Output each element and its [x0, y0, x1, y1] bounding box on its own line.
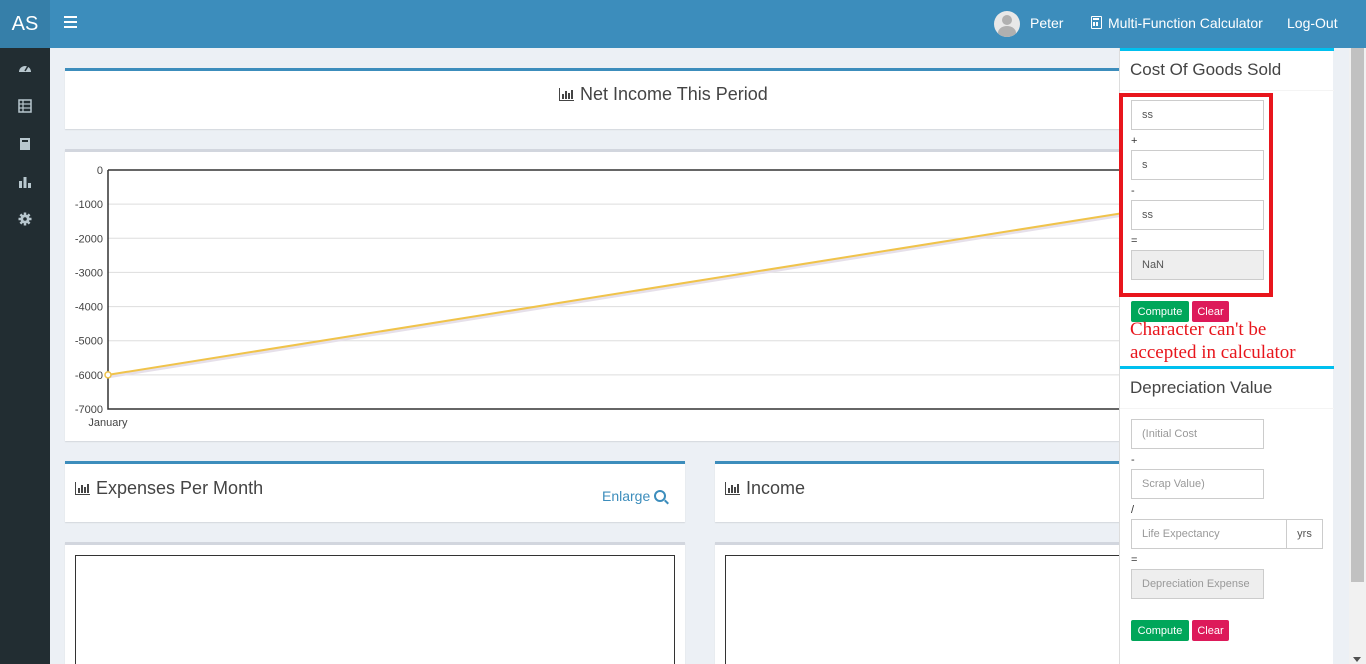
search-icon [654, 490, 667, 502]
depreciation-minus-operator: - [1131, 454, 1135, 466]
net-income-header: Net Income This Period [559, 84, 768, 105]
top-navbar: AS Peter Multi-Function Calculator Log-O… [0, 0, 1366, 48]
y-tick-label: -7000 [75, 404, 103, 416]
expenses-title: Expenses Per Month [96, 478, 264, 498]
depreciation-equals-operator: = [1131, 554, 1138, 566]
expenses-chart-area [75, 555, 675, 664]
depreciation-result-field [1131, 569, 1264, 599]
dashboard-icon[interactable] [18, 61, 32, 75]
life-unit-addon: yrs [1286, 519, 1323, 549]
table-icon[interactable] [18, 99, 32, 113]
menu-toggle-icon[interactable] [64, 16, 77, 28]
depreciation-compute-button[interactable]: Compute [1131, 620, 1189, 641]
chart-axes [107, 169, 1125, 410]
series-line [107, 211, 1125, 376]
income-chart-area [725, 555, 1125, 664]
series-line-shadow [107, 213, 1125, 379]
income-chart-box [715, 542, 1125, 664]
enlarge-label: Enlarge [602, 488, 651, 504]
expenses-box: Expenses Per Month Enlarge [65, 461, 685, 522]
y-tick-label: -6000 [75, 370, 103, 382]
sidebar [0, 48, 50, 664]
expenses-header: Expenses Per Month [75, 478, 263, 499]
x-tick-label: January [88, 417, 128, 429]
depreciation-divide-operator: / [1131, 504, 1135, 516]
net-income-title: Net Income This Period [580, 84, 768, 104]
cogs-title: Cost Of Goods Sold [1130, 60, 1282, 79]
depreciation-title: Depreciation Value [1130, 378, 1273, 397]
gear-icon[interactable] [18, 212, 32, 226]
logout-link[interactable]: Log-Out [1287, 15, 1338, 31]
error-annotation: Character can't be accepted in calculato… [1130, 319, 1296, 363]
net-income-chart-box: 0 -1000 -2000 -3000 -4000 -5000 -6000 -7000 Janu… [65, 149, 1125, 441]
scrap-value-field[interactable] [1131, 469, 1264, 499]
bar-chart-icon[interactable] [18, 175, 32, 189]
data-point-january[interactable] [104, 371, 112, 379]
y-tick-label: -1000 [75, 199, 103, 211]
net-income-line-chart: 0 -1000 -2000 -3000 -4000 -5000 -6000 -7000Janu… [75, 165, 1125, 429]
y-tick-label: 0 [97, 165, 103, 177]
page-scrollbar[interactable] [1349, 48, 1366, 664]
calculator-link[interactable]: Multi-Function Calculator [1108, 15, 1263, 31]
life-expectancy-field[interactable] [1131, 519, 1287, 549]
enlarge-link[interactable]: Enlarge [602, 488, 667, 504]
expenses-chart-box [65, 542, 685, 664]
bar-chart-icon [725, 482, 740, 495]
user-name-link[interactable]: Peter [1030, 15, 1063, 31]
error-highlight-frame [1119, 93, 1273, 297]
net-income-box: Net Income This Period [65, 68, 1125, 129]
app-logo[interactable]: AS [0, 0, 50, 48]
scroll-down-arrow-icon[interactable] [1353, 657, 1361, 662]
y-tick-label: -5000 [75, 336, 103, 348]
calculator-icon [1091, 16, 1102, 29]
cogs-header: Cost Of Goods Sold [1120, 48, 1334, 91]
initial-cost-field[interactable] [1131, 419, 1264, 449]
bar-chart-icon [75, 482, 90, 495]
depreciation-header: Depreciation Value [1120, 366, 1334, 409]
income-header: Income [725, 478, 805, 499]
depreciation-clear-button[interactable]: Clear [1192, 620, 1229, 641]
y-tick-label: -3000 [75, 267, 103, 279]
scrollbar-thumb[interactable] [1351, 48, 1364, 582]
y-tick-label: -2000 [75, 233, 103, 245]
y-tick-label: -4000 [75, 302, 103, 314]
bar-chart-icon [559, 88, 574, 101]
income-box: Income [715, 461, 1125, 522]
income-title: Income [746, 478, 806, 498]
book-icon[interactable] [18, 137, 32, 151]
user-avatar[interactable] [994, 11, 1020, 37]
